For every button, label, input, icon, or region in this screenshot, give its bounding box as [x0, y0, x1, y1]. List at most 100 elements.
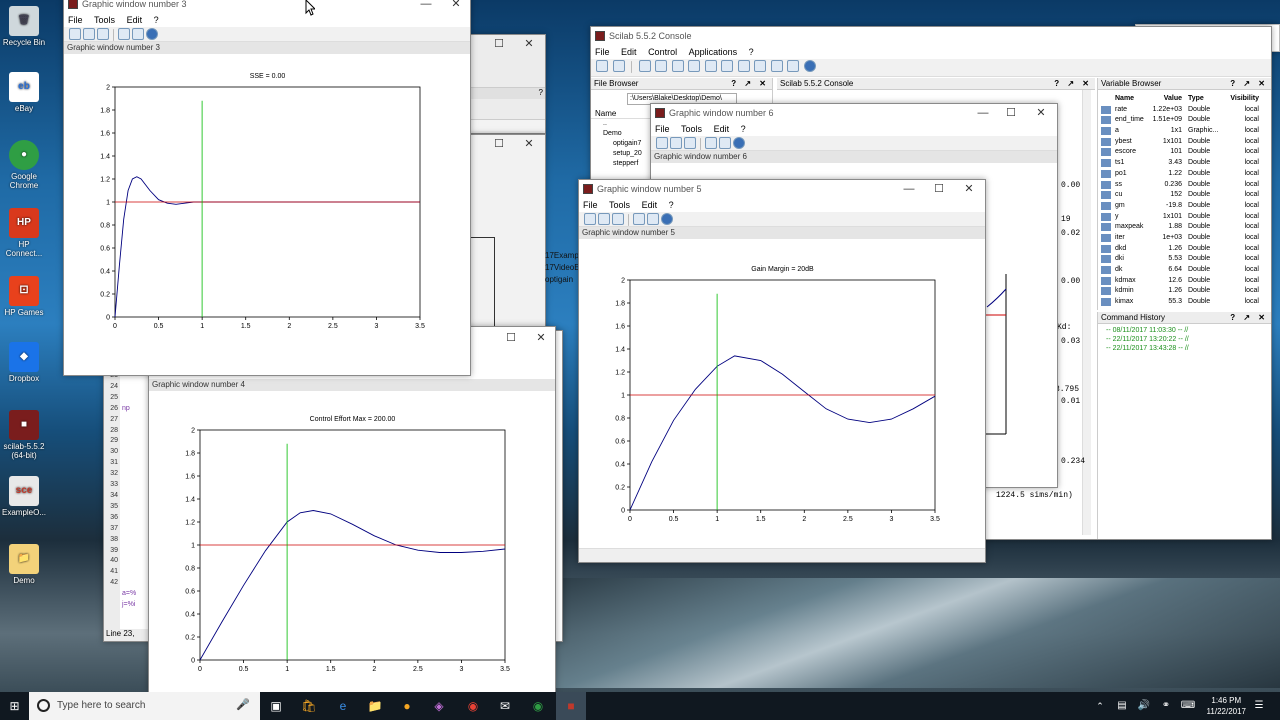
file-item[interactable]: optigain — [545, 274, 581, 286]
help-icon[interactable] — [146, 28, 158, 40]
close-icon[interactable]: ✕ — [442, 0, 470, 12]
close-icon[interactable]: ✕ — [515, 36, 543, 52]
minimize-icon[interactable]: — — [412, 0, 440, 12]
help-icon[interactable] — [803, 60, 816, 72]
rotate-icon[interactable] — [656, 137, 668, 149]
menu-file[interactable]: File — [68, 13, 83, 27]
hp-games-icon[interactable]: ⚀ HP Games — [2, 276, 46, 317]
close-icon[interactable]: ✕ — [1027, 105, 1055, 121]
chrome-taskbar-icon[interactable]: ◉ — [458, 692, 488, 720]
menu-edit[interactable]: Edit — [127, 13, 143, 27]
history-entry[interactable]: -- 08/11/2017 11:03:30 -- // — [1106, 326, 1271, 335]
select-icon[interactable] — [118, 28, 130, 40]
wifi-icon[interactable]: ⚭ — [1156, 692, 1176, 720]
datatip-icon[interactable] — [647, 213, 659, 225]
close-icon[interactable]: ✕ — [515, 136, 543, 152]
demo-icon[interactable] — [787, 60, 800, 72]
variable-row[interactable]: kdmin 1.26 Double local — [1101, 286, 1261, 297]
menu-applications[interactable]: Applications — [689, 45, 738, 59]
app-icon[interactable]: ● — [392, 692, 422, 720]
menu-edit[interactable]: Edit — [642, 198, 658, 212]
variable-row[interactable]: dki 5.53 Double local — [1101, 254, 1261, 265]
hp-connect-icon[interactable]: HP HP Connect... — [2, 208, 46, 258]
console-titlebar[interactable]: Scilab 5.5.2 Console — [591, 27, 1271, 45]
zoom-out-icon[interactable] — [97, 28, 109, 40]
microphone-icon[interactable]: 🎤 — [236, 698, 250, 711]
menu-tools[interactable]: Tools — [94, 13, 115, 27]
close-icon[interactable]: ✕ — [527, 330, 555, 346]
app-icon[interactable]: ◈ — [424, 692, 454, 720]
volume-icon[interactable]: 🔊 — [1134, 692, 1154, 720]
history-entry[interactable]: -- 22/11/2017 13:20:22 -- // — [1106, 335, 1271, 344]
variable-row[interactable]: escore 101 Double local — [1101, 147, 1261, 158]
zoom-out-icon[interactable] — [684, 137, 696, 149]
ebay-icon[interactable]: eb eBay — [2, 72, 46, 113]
mail-icon[interactable]: ✉ — [490, 692, 520, 720]
rotate-icon[interactable] — [584, 213, 596, 225]
task-view-icon[interactable]: ▣ — [262, 692, 290, 720]
network-icon[interactable]: ▤ — [1112, 692, 1132, 720]
file-item[interactable]: 17VideoE — [545, 262, 581, 274]
variable-row[interactable]: a 1x1 Graphic... local — [1101, 126, 1261, 137]
variable-row[interactable]: dk 6.64 Double local — [1101, 265, 1261, 276]
background-window-a[interactable]: ☐ ✕ ? — [470, 34, 546, 134]
menu-file[interactable]: File — [583, 198, 598, 212]
console-scrollbar[interactable] — [1082, 90, 1091, 535]
datatip-icon[interactable] — [719, 137, 731, 149]
edge-icon[interactable]: e — [328, 692, 358, 720]
help-icon[interactable] — [733, 137, 745, 149]
menu-edit[interactable]: Edit — [714, 122, 730, 136]
variable-row[interactable]: end_time 1.51e+09 Double local — [1101, 115, 1261, 126]
variable-row[interactable]: rate 1.22e+03 Double local — [1101, 105, 1261, 116]
maximize-icon[interactable]: ☐ — [485, 36, 513, 52]
variable-row[interactable]: kdmax 12.6 Double local — [1101, 276, 1261, 287]
menu-help[interactable]: ? — [741, 122, 746, 136]
menu-help[interactable]: ? — [154, 13, 159, 27]
variable-row[interactable]: ybest 1x101 Double local — [1101, 137, 1261, 148]
graphic-window-4[interactable]: ☐ ✕ Graphic window number 4 Control Effo… — [148, 326, 556, 692]
paste-icon[interactable] — [671, 60, 684, 72]
zoom-out-icon[interactable] — [612, 213, 624, 225]
keyboard-icon[interactable]: ⌨ — [1178, 692, 1198, 720]
menu-tools[interactable]: Tools — [681, 122, 702, 136]
minimize-icon[interactable]: — — [895, 181, 923, 197]
open-file-icon[interactable] — [612, 60, 625, 72]
clear-icon[interactable] — [721, 60, 734, 72]
windows-start-icon[interactable]: ⊞ — [0, 692, 29, 720]
minimize-icon[interactable]: — — [969, 105, 997, 121]
menu-control[interactable]: Control — [648, 45, 677, 59]
maximize-icon[interactable]: ☐ — [925, 181, 953, 197]
xcos-icon[interactable] — [754, 60, 767, 72]
scilab-desktop-icon[interactable]: ■ scilab-5.5.2 (64-bit) — [2, 410, 46, 460]
graphic-window-3[interactable]: Graphic window number 3 — ✕ File Tools E… — [63, 0, 471, 376]
chart-sse[interactable]: SSE = 0.00 0 0.5 1 1.5 2 2.5 3 3.5 0 0.2 0.4 0.6 0.8 1… — [64, 54, 470, 369]
maximize-icon[interactable]: ☐ — [997, 105, 1025, 121]
variable-row[interactable]: kimax 55.3 Double local — [1101, 297, 1261, 308]
background-window-b[interactable]: ☐ ✕ — [470, 134, 546, 330]
copy-icon[interactable] — [655, 60, 668, 72]
taskbar-search[interactable]: Type here to search 🎤 — [29, 692, 260, 720]
variable-row[interactable]: maxpeak 1.88 Double local — [1101, 222, 1261, 233]
sce-file-icon[interactable]: sce ExampleO... — [2, 476, 46, 517]
recycle-bin-icon[interactable]: 🗑 Recycle Bin — [2, 6, 46, 47]
chevron-up-icon[interactable]: ⌃ — [1090, 692, 1110, 720]
dropbox-icon[interactable]: ◆ Dropbox — [2, 342, 46, 383]
chrome-icon[interactable]: ● Google Chrome — [2, 140, 46, 190]
variable-row[interactable]: gm -19.8 Double local — [1101, 201, 1261, 212]
new-file-icon[interactable] — [596, 60, 608, 72]
history-entry[interactable]: -- 22/11/2017 13:43:28 -- // — [1106, 344, 1271, 353]
menu-file[interactable]: File — [655, 122, 670, 136]
variable-row[interactable]: y 1x101 Double local — [1101, 212, 1261, 223]
settings-icon[interactable] — [770, 60, 783, 72]
menu-tools[interactable]: Tools — [609, 198, 630, 212]
zoom-in-icon[interactable] — [670, 137, 682, 149]
variable-row[interactable]: dkd 1.26 Double local — [1101, 244, 1261, 255]
gw5-titlebar[interactable]: Graphic window number 5 — ☐ ✕ — [579, 180, 985, 198]
datatip-icon[interactable] — [132, 28, 144, 40]
gw3-titlebar[interactable]: Graphic window number 3 — ✕ — [64, 0, 470, 13]
demo-folder-icon[interactable]: 📁 Demo — [2, 544, 46, 585]
maximize-icon[interactable]: ☐ — [485, 136, 513, 152]
menu-help[interactable]: ? — [749, 45, 754, 59]
graphic-window-5[interactable]: Graphic window number 5 — ☐ ✕ File Tools… — [578, 179, 986, 563]
chrome-taskbar-icon[interactable]: ◉ — [523, 692, 553, 720]
